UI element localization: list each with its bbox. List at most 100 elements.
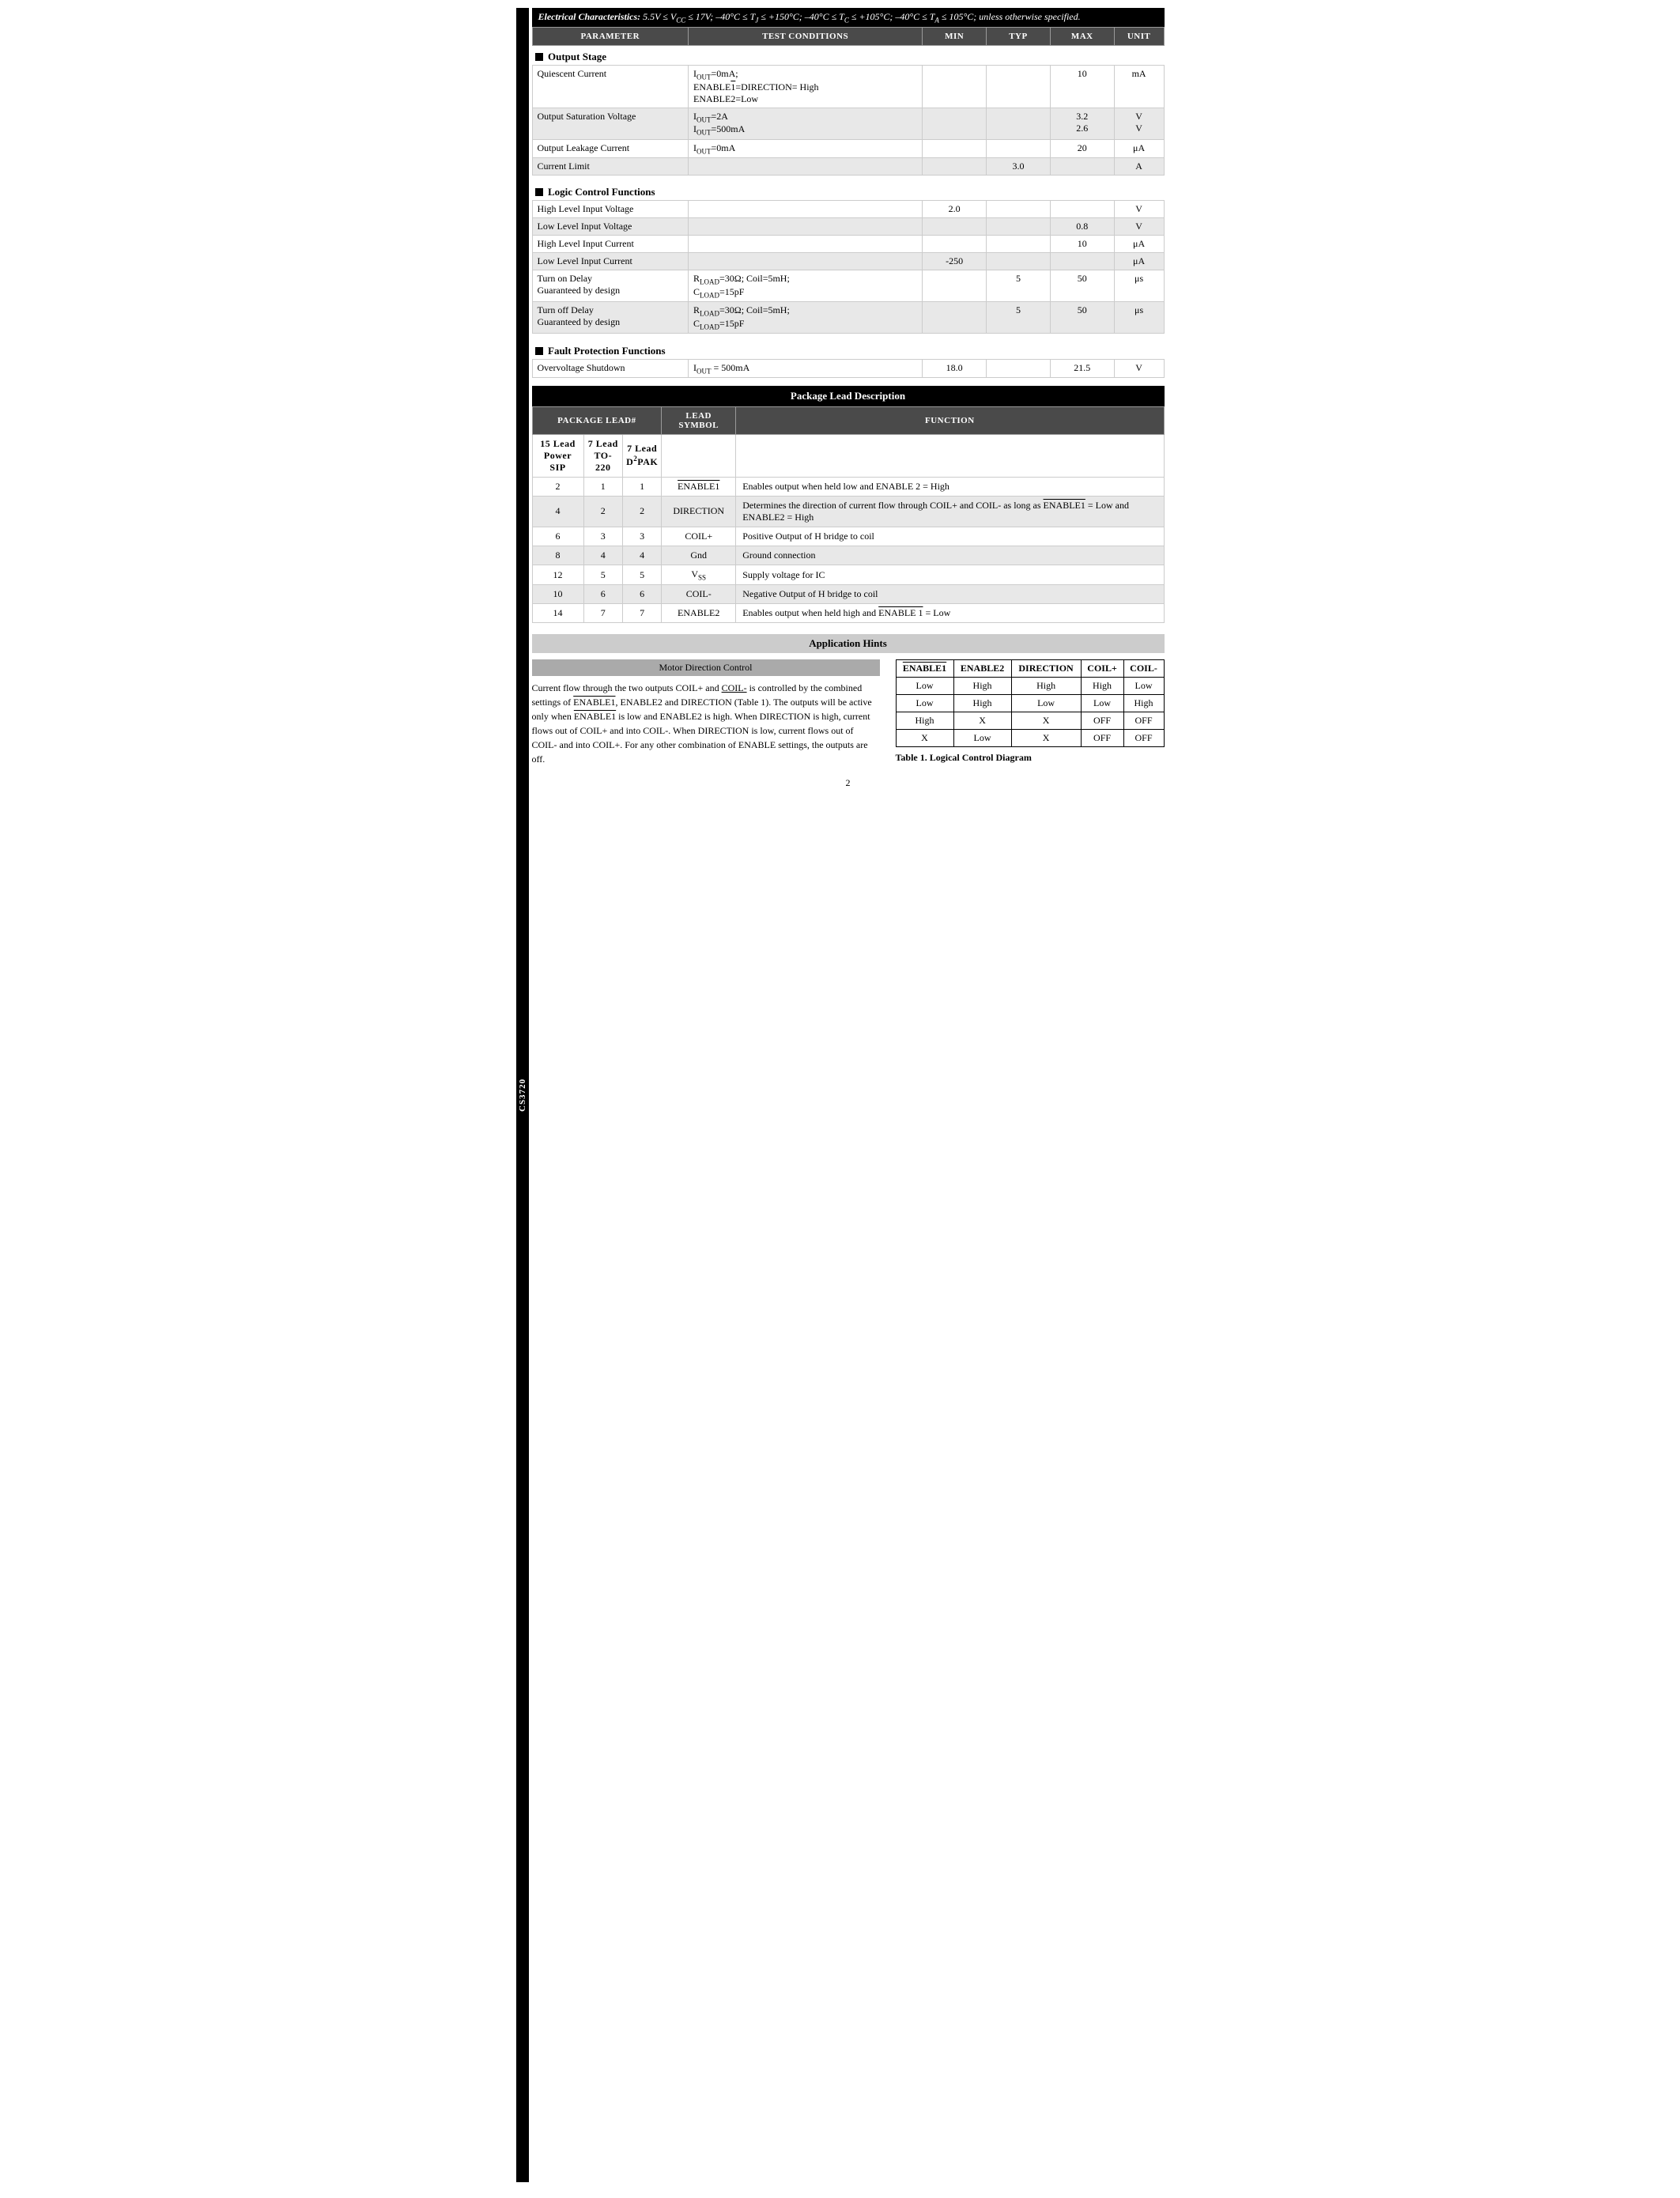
unit-cell: μA [1114,236,1164,253]
col-header-unit: UNIT [1114,28,1164,46]
unit-cell: μs [1114,270,1164,302]
app-hints-title: Application Hints [532,634,1165,653]
min-cell [923,139,987,157]
package-lead-table: PACKAGE LEAD# LEAD SYMBOL FUNCTION 15 Le… [532,406,1165,623]
col-header-parameter: PARAMETER [532,28,689,46]
param-cell: Output Saturation Voltage [532,108,689,139]
param-cell: Low Level Input Current [532,253,689,270]
unit-cell: V [1114,218,1164,236]
col-coilplus: COIL+ [1081,660,1123,678]
param-cell: Output Leakage Current [532,139,689,157]
typ-cell [987,108,1051,139]
test-cell: RLOAD=30Ω; Coil=5mH;CLOAD=15pF [689,302,923,334]
min-cell: -250 [923,253,987,270]
typ-cell: 3.0 [987,157,1051,175]
test-cell: IOUT=0mA [689,139,923,157]
max-cell: 50 [1050,302,1114,334]
lead7d2-cell: 2 [623,496,662,527]
col-header-test: TEST CONDITIONS [689,28,923,46]
table-caption: Table 1. Logical Control Diagram [896,752,1165,764]
lead7d2-cell: 5 [623,565,662,584]
lead7d2-cell: 7 [623,604,662,623]
lead7to-cell: 2 [583,496,623,527]
min-cell [923,302,987,334]
col-header-min: MIN [923,28,987,46]
typ-cell [987,201,1051,218]
col-header-pkg: PACKAGE LEAD# [532,406,662,434]
min-cell: 18.0 [923,359,987,377]
max-cell [1050,157,1114,175]
col-header-max: MAX [1050,28,1114,46]
table-row: 10 6 6 COIL- Negative Output of H bridge… [532,585,1164,604]
unit-cell: A [1114,157,1164,175]
col-header-typ: TYP [987,28,1051,46]
section-output-stage: Output Stage [532,46,1164,66]
test-cell [689,253,923,270]
electrical-characteristics-table: PARAMETER TEST CONDITIONS MIN TYP MAX UN… [532,27,1165,378]
col-header-function: FUNCTION [736,406,1164,434]
function-cell: Supply voltage for IC [736,565,1164,584]
table-row: High Level Input Voltage 2.0 V [532,201,1164,218]
lead15-cell: 8 [532,546,583,565]
min-cell [923,270,987,302]
symbol-cell: COIL- [662,585,736,604]
col-symbol-sub [662,434,736,477]
test-cell [689,201,923,218]
param-cell: High Level Input Voltage [532,201,689,218]
min-cell [923,218,987,236]
app-right-column: ENABLE1 ENABLE2 DIRECTION COIL+ COIL- Lo… [896,659,1165,764]
spacer-row [532,175,1164,181]
test-cell [689,218,923,236]
typ-cell [987,236,1051,253]
param-cell: Overvoltage Shutdown [532,359,689,377]
unit-cell: VV [1114,108,1164,139]
lead7to-cell: 3 [583,527,623,546]
col-7d2pak: 7 LeadD2PAK [623,434,662,477]
symbol-cell: Gnd [662,546,736,565]
unit-cell: μs [1114,302,1164,334]
max-cell: 10 [1050,236,1114,253]
table-row: Output Leakage Current IOUT=0mA 20 μA [532,139,1164,157]
lead15-cell: 14 [532,604,583,623]
table-row: Current Limit 3.0 A [532,157,1164,175]
function-cell: Determines the direction of current flow… [736,496,1164,527]
lead15-cell: 6 [532,527,583,546]
min-cell [923,157,987,175]
test-cell [689,157,923,175]
min-cell: 2.0 [923,201,987,218]
lead7d2-cell: 3 [623,527,662,546]
logic-control-table: ENABLE1 ENABLE2 DIRECTION COIL+ COIL- Lo… [896,659,1165,747]
lead15-cell: 10 [532,585,583,604]
symbol-cell: DIRECTION [662,496,736,527]
symbol-cell: ENABLE1 [662,477,736,496]
col-header-symbol: LEAD SYMBOL [662,406,736,434]
max-cell: 0.8 [1050,218,1114,236]
lead7to-cell: 7 [583,604,623,623]
table-row: 2 1 1 ENABLE1 Enables output when held l… [532,477,1164,496]
max-cell [1050,201,1114,218]
test-cell: RLOAD=30Ω; Coil=5mH;CLOAD=15pF [689,270,923,302]
pkg-lead-title: Package Lead Description [532,386,1165,406]
motor-dir-title: Motor Direction Control [532,659,880,676]
section-label: Fault Protection Functions [548,345,666,357]
typ-cell: 5 [987,270,1051,302]
typ-cell [987,218,1051,236]
param-cell: Turn on DelayGuaranteed by design [532,270,689,302]
typ-cell: 5 [987,302,1051,334]
function-cell: Enables output when held low and ENABLE … [736,477,1164,496]
col-coilminus: COIL- [1123,660,1164,678]
test-cell: IOUT=2AIOUT=500mA [689,108,923,139]
app-hints-section: Motor Direction Control Current flow thr… [532,659,1165,766]
logic-row: LowHighLowLowHigh [896,695,1164,712]
max-cell [1050,253,1114,270]
col-enable2: ENABLE2 [953,660,1011,678]
section-label: Logic Control Functions [548,186,655,198]
unit-cell: μA [1114,253,1164,270]
logic-row: HighXXOFFOFF [896,712,1164,730]
table-row: Low Level Input Voltage 0.8 V [532,218,1164,236]
max-cell: 50 [1050,270,1114,302]
spacer-row [532,334,1164,340]
table-row: Turn on DelayGuaranteed by design RLOAD=… [532,270,1164,302]
table-row: 4 2 2 DIRECTION Determines the direction… [532,496,1164,527]
col-7to220: 7 LeadTO-220 [583,434,623,477]
